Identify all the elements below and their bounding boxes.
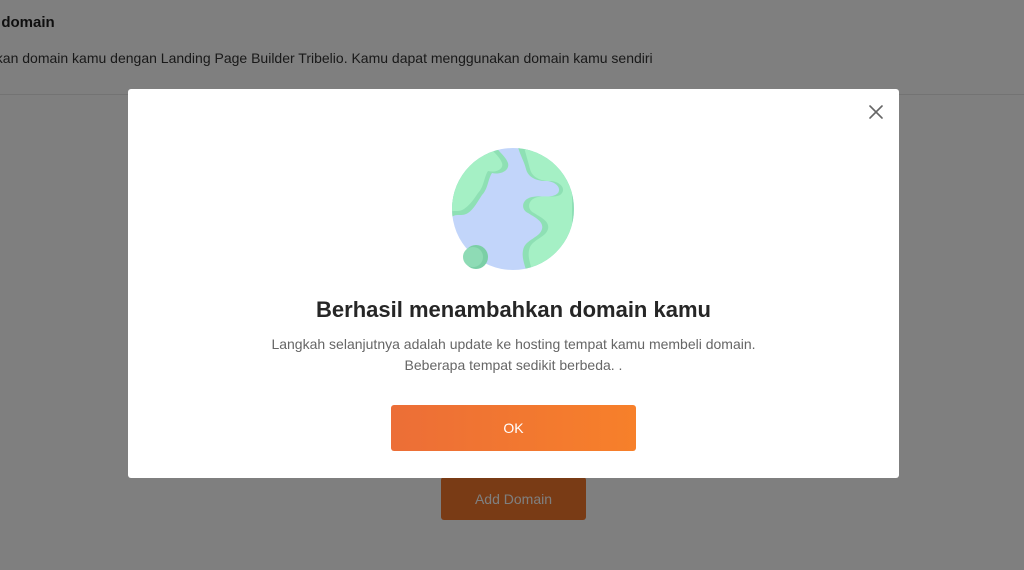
close-icon[interactable] [867,103,885,121]
globe-icon [448,147,578,277]
modal-message-line: Langkah selanjutnya adalah update ke hos… [271,336,756,352]
ok-button[interactable]: OK [391,405,636,451]
modal-message-line: Beberapa tempat sedikit berbeda. . [404,357,623,373]
success-modal: Berhasil menambahkan domain kamu Langkah… [128,89,899,478]
modal-title: Berhasil menambahkan domain kamu [316,297,711,322]
modal-message: Langkah selanjutnya adalah update ke hos… [128,334,899,376]
